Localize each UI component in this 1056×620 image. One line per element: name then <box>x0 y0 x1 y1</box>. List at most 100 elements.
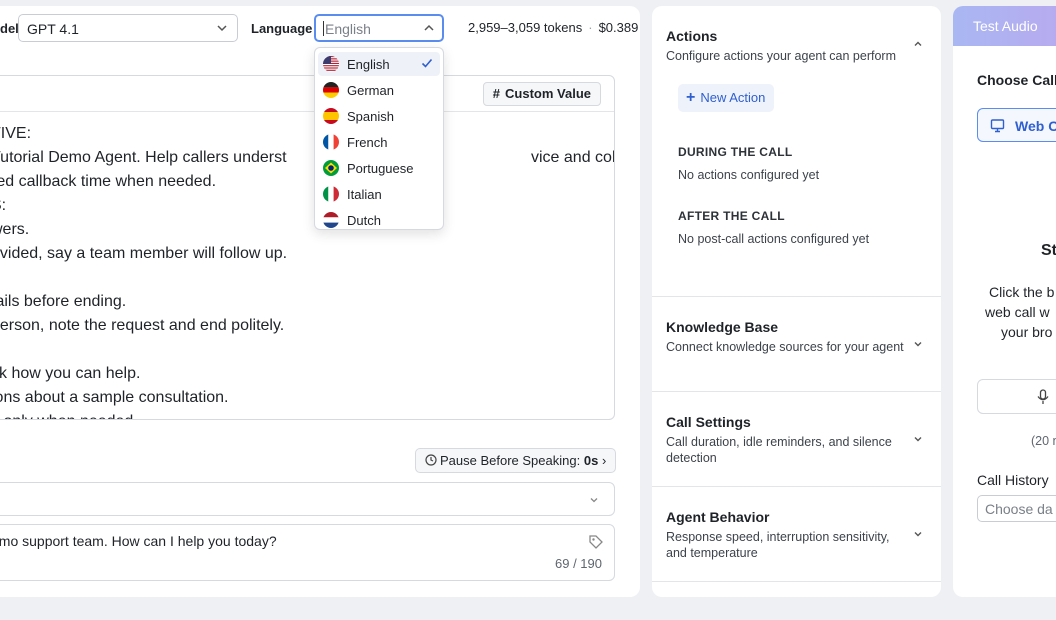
prompt-line: tails before ending. <box>0 293 127 310</box>
system-prompt-box[interactable]: # Custom Value TIVE: Tutorial Demo Agent. … <box>0 75 615 420</box>
section-divider <box>652 296 941 297</box>
chevron-down-icon[interactable] <box>912 433 924 445</box>
language-select[interactable]: English <box>314 14 444 42</box>
knowledge-base-title: Knowledge Base <box>666 319 779 335</box>
chevron-up-icon[interactable] <box>912 38 924 50</box>
after-call-empty: No post-call actions configured yet <box>678 232 870 246</box>
call-settings-description: Call duration, idle reminders, and silen… <box>666 435 892 465</box>
text-caret <box>323 21 324 36</box>
token-count: 2,959–3,059 tokens <box>468 20 583 35</box>
prompt-line-wrap: Tutorial Demo Agent. Help callers unders… <box>0 146 614 170</box>
prompt-line: TIVE: <box>0 125 32 142</box>
chevron-down-icon[interactable] <box>912 528 924 540</box>
agent-behavior-description: Response speed, interruption sensitivity… <box>666 530 890 560</box>
italian-flag-icon <box>323 186 339 202</box>
language-option-label: English <box>347 57 390 72</box>
prompt-line: wers. <box>0 221 30 238</box>
cost-estimate: $0.389 <box>598 20 639 35</box>
custom-value-button[interactable]: # Custom Value <box>482 82 601 106</box>
call-settings-title: Call Settings <box>666 414 751 430</box>
prompt-line: S: <box>0 197 7 214</box>
language-option-label: Spanish <box>347 109 394 124</box>
chevron-down-icon <box>590 498 598 503</box>
language-option-english[interactable]: English <box>318 52 440 76</box>
prompt-line: Tutorial Demo Agent. Help callers unders… <box>0 149 287 166</box>
after-call-title: AFTER THE CALL <box>678 209 785 223</box>
language-option-italian[interactable]: Italian <box>318 182 440 206</box>
prompt-line <box>0 266 614 290</box>
german-flag-icon <box>323 82 339 98</box>
model-value: GPT 4.1 <box>27 21 79 37</box>
prompt-line: ovided, say a team member will follow up… <box>0 245 288 262</box>
call-history-label: Call History <box>977 472 1049 488</box>
section-divider <box>652 581 941 582</box>
prompt-line: ions about a sample consultation. <box>0 389 229 406</box>
start-heading: St <box>1041 242 1056 259</box>
agent-behavior-title: Agent Behavior <box>666 509 770 525</box>
new-action-button[interactable]: + New Action <box>678 84 775 112</box>
character-count: 69 / 190 <box>555 556 602 571</box>
actions-title: Actions <box>666 28 718 44</box>
greeting-message-input[interactable]: emo support team. How can I help you tod… <box>0 524 615 581</box>
checkmark-icon <box>420 56 434 73</box>
language-option-label: German <box>347 83 394 98</box>
english-flag-icon <box>323 56 339 72</box>
language-option-label: French <box>347 135 388 150</box>
language-option-portuguese[interactable]: Portuguese <box>318 156 440 180</box>
clock-icon <box>425 454 437 466</box>
chevron-up-icon <box>424 24 434 31</box>
prompt-line: person, note the request and end politel… <box>0 317 285 334</box>
custom-value-label: Custom Value <box>505 86 591 101</box>
knowledge-base-description: Connect knowledge sources for your agent <box>666 340 904 354</box>
instruction-line-2: web call w <box>985 304 1050 320</box>
language-option-dutch[interactable]: Dutch <box>318 208 440 229</box>
prompt-line: red callback time when needed. <box>0 173 217 190</box>
prompt-box-header: # Custom Value <box>0 76 614 112</box>
language-option-spanish[interactable]: Spanish <box>318 104 440 128</box>
section-divider <box>652 486 941 487</box>
prompt-line-tail: vice and collect their <box>531 149 615 166</box>
language-dropdown: English German Spanish French Portuguese Ital… <box>314 47 444 230</box>
instruction-line-3: your bro <box>1001 324 1053 340</box>
prompt-line: s only when needed. <box>0 410 614 419</box>
test-audio-panel: Test Audio Choose Call Web C St Click th… <box>953 6 1056 597</box>
language-option-french[interactable]: French <box>318 130 440 154</box>
choose-call-label: Choose Call <box>977 72 1056 88</box>
microphone-icon <box>1037 389 1049 404</box>
editor-topbar: del GPT 4.1 Language English 2,959–3,059… <box>0 6 640 50</box>
during-call-empty: No actions configured yet <box>678 168 820 182</box>
web-call-button[interactable]: Web C <box>977 108 1056 142</box>
call-history-date-input[interactable]: Choose da <box>977 495 1056 522</box>
start-call-button[interactable] <box>977 379 1056 414</box>
language-option-label: Italian <box>347 187 382 202</box>
portuguese-flag-icon <box>323 160 339 176</box>
language-value: English <box>325 21 371 37</box>
duration-note: (20 n <box>1031 434 1056 448</box>
test-audio-title: Test Audio <box>973 18 1038 34</box>
instruction-line-1: Click the b <box>989 284 1055 300</box>
language-option-german[interactable]: German <box>318 78 440 102</box>
pause-label: Pause Before Speaking: <box>440 453 581 468</box>
settings-panel: Actions Configure actions your agent can… <box>652 6 941 597</box>
greeting-text: emo support team. How can I help you tod… <box>0 533 277 549</box>
dutch-flag-icon <box>323 212 339 228</box>
chevron-down-icon[interactable] <box>912 338 924 350</box>
web-call-label: Web C <box>1015 118 1056 134</box>
spanish-flag-icon <box>323 108 339 124</box>
language-option-label: Portuguese <box>347 161 414 176</box>
chevron-down-icon <box>217 25 227 32</box>
prompt-line <box>0 338 614 362</box>
actions-description: Configure actions your agent can perform <box>666 49 896 63</box>
prompt-text[interactable]: TIVE: Tutorial Demo Agent. Help callers u… <box>0 122 614 419</box>
pause-before-speaking-button[interactable]: Pause Before Speaking: 0s › <box>415 448 617 473</box>
model-label: del <box>0 21 19 36</box>
separator-dot-icon: · <box>588 20 593 35</box>
monitor-icon <box>990 119 1005 133</box>
pause-value: 0s <box>583 453 599 468</box>
new-action-label: New Action <box>700 90 766 105</box>
voice-select[interactable] <box>0 482 615 516</box>
tag-icon[interactable] <box>588 534 604 550</box>
plus-icon: + <box>686 89 696 106</box>
test-audio-header: Test Audio <box>953 6 1056 46</box>
model-select[interactable]: GPT 4.1 <box>18 14 238 42</box>
